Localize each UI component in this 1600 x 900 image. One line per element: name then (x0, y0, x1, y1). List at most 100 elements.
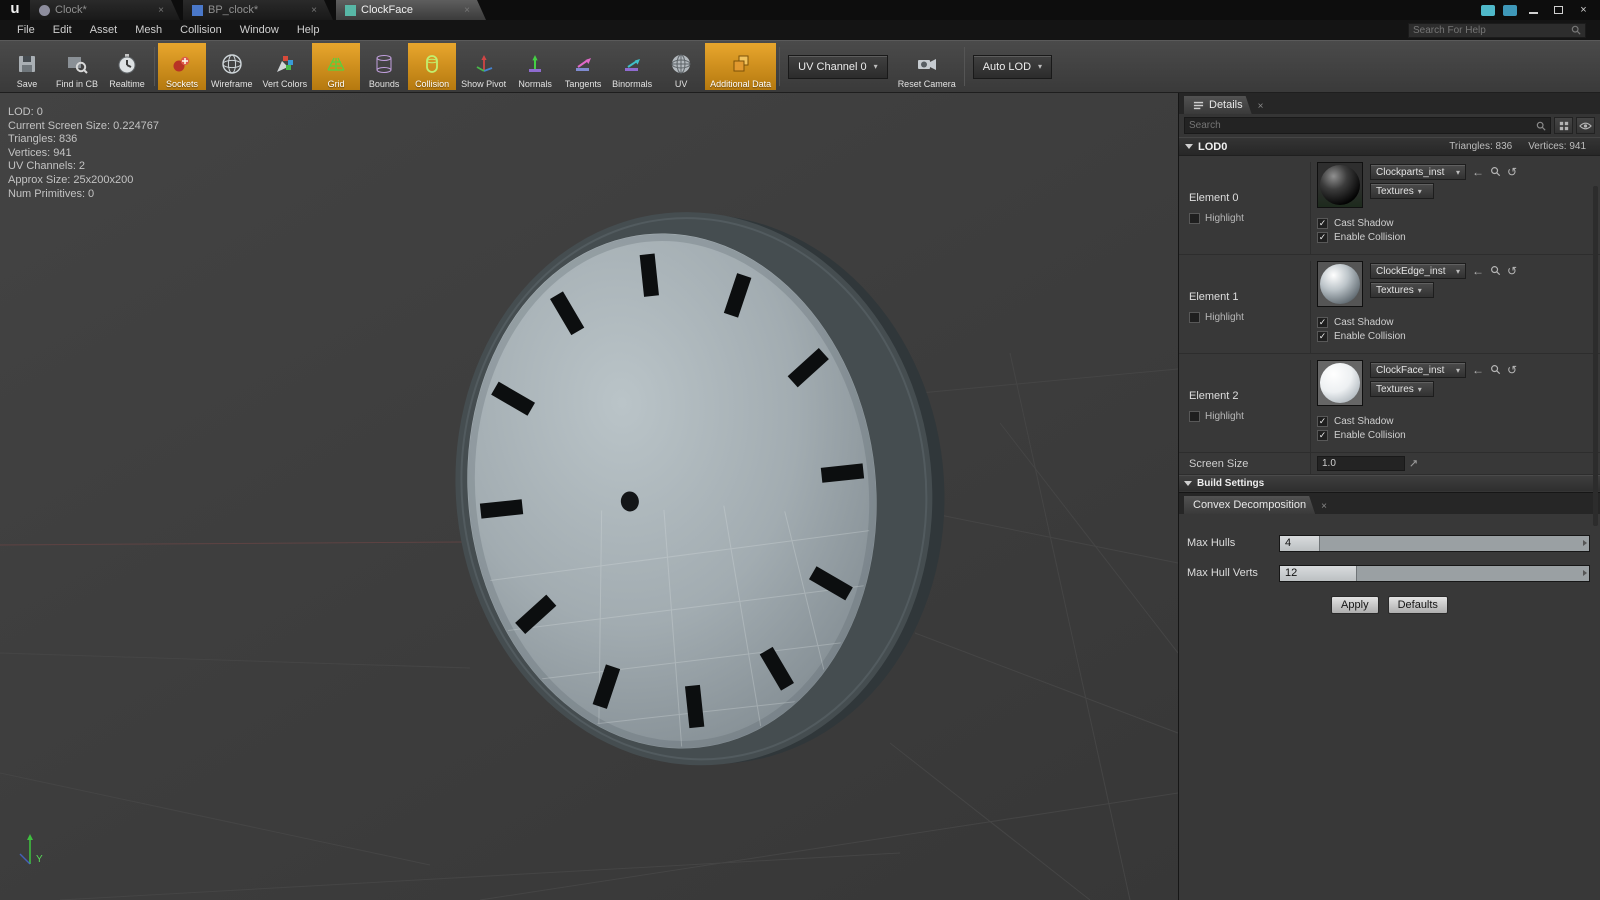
bounds-button[interactable]: Bounds (360, 43, 408, 90)
convex-decomposition-panel: Convex Decomposition × Max Hulls 4 Max H… (1179, 492, 1600, 900)
chevron-down-icon: ▾ (1418, 187, 1422, 196)
feedback-icon[interactable] (1481, 5, 1495, 16)
highlight-checkbox-row[interactable]: Highlight (1189, 213, 1310, 224)
grid-button[interactable]: Grid (312, 43, 360, 90)
find-in-cb-button[interactable]: Find in CB (51, 43, 103, 90)
expand-value-icon[interactable] (1409, 459, 1418, 468)
tangents-button[interactable]: Tangents (559, 43, 607, 90)
menu-window[interactable]: Window (231, 20, 288, 40)
menu-asset[interactable]: Asset (81, 20, 127, 40)
textures-dropdown[interactable]: Textures ▾ (1370, 381, 1434, 397)
checkbox[interactable] (1189, 411, 1200, 422)
checkbox[interactable] (1189, 312, 1200, 323)
max-hulls-value: 4 (1280, 537, 1291, 549)
checkbox-checked[interactable] (1317, 218, 1328, 229)
max-hulls-row: Max Hulls 4 (1179, 528, 1600, 558)
tab-clockface[interactable]: ClockFace × (336, 0, 486, 20)
use-selected-asset-icon[interactable]: ← (1472, 364, 1484, 376)
browse-to-asset-icon[interactable] (1490, 265, 1501, 278)
menu-file[interactable]: File (8, 20, 44, 40)
browse-to-asset-icon[interactable] (1490, 364, 1501, 377)
auto-lod-dropdown[interactable]: Auto LOD ▾ (973, 55, 1052, 79)
minimize-button[interactable] (1525, 4, 1542, 17)
vert-colors-button[interactable]: Vert Colors (258, 43, 313, 90)
close-icon[interactable]: × (311, 5, 317, 16)
tab-clock[interactable]: Clock* × (30, 0, 180, 20)
vert-colors-icon (272, 51, 298, 77)
enable-collision-row[interactable]: Enable Collision (1317, 430, 1594, 441)
close-icon[interactable]: × (1258, 101, 1264, 112)
realtime-button[interactable]: Realtime (103, 43, 151, 90)
sockets-button[interactable]: Sockets (158, 43, 206, 90)
screen-size-input[interactable]: 1.0 (1317, 456, 1405, 471)
tab-details[interactable]: Details (1184, 96, 1252, 114)
slider-arrow-icon[interactable] (1583, 540, 1587, 546)
normals-button[interactable]: Normals (511, 43, 559, 90)
reset-to-default-icon[interactable]: ↺ (1507, 364, 1517, 376)
use-selected-asset-icon[interactable]: ← (1472, 265, 1484, 277)
max-hull-verts-slider[interactable]: 12 (1279, 565, 1590, 582)
cast-shadow-row[interactable]: Cast Shadow (1317, 416, 1594, 427)
reset-to-default-icon[interactable]: ↺ (1507, 166, 1517, 178)
material-dropdown[interactable]: ClockFace_inst ▾ (1370, 362, 1466, 378)
checkbox[interactable] (1189, 213, 1200, 224)
slider-arrow-icon[interactable] (1583, 570, 1587, 576)
display-filter-eye-icon[interactable] (1576, 117, 1595, 134)
use-selected-asset-icon[interactable]: ← (1472, 166, 1484, 178)
binormals-button[interactable]: Binormals (607, 43, 657, 90)
highlight-checkbox-row[interactable]: Highlight (1189, 411, 1310, 422)
close-icon[interactable]: × (158, 5, 164, 16)
tab-convex-decomposition[interactable]: Convex Decomposition (1184, 496, 1315, 514)
material-dropdown[interactable]: Clockparts_inst ▾ (1370, 164, 1466, 180)
help-search-input[interactable] (1413, 25, 1571, 36)
lod0-section-header[interactable]: LOD0 Triangles: 836 Vertices: 941 (1179, 137, 1600, 156)
material-thumbnail[interactable] (1317, 162, 1363, 208)
menu-help[interactable]: Help (288, 20, 329, 40)
menu-mesh[interactable]: Mesh (126, 20, 171, 40)
checkbox-checked[interactable] (1317, 430, 1328, 441)
cast-shadow-row[interactable]: Cast Shadow (1317, 218, 1594, 229)
enable-collision-row[interactable]: Enable Collision (1317, 232, 1594, 243)
details-scrollbar[interactable] (1593, 186, 1598, 526)
checkbox-checked[interactable] (1317, 317, 1328, 328)
close-icon[interactable]: × (464, 5, 470, 16)
tab-bp-clock[interactable]: BP_clock* × (183, 0, 333, 20)
reset-to-default-icon[interactable]: ↺ (1507, 265, 1517, 277)
close-button[interactable]: × (1575, 4, 1592, 17)
material-dropdown[interactable]: ClockEdge_inst ▾ (1370, 263, 1466, 279)
close-icon[interactable]: × (1321, 501, 1327, 512)
cast-shadow-row[interactable]: Cast Shadow (1317, 317, 1594, 328)
uv-channel-dropdown[interactable]: UV Channel 0 ▾ (788, 55, 888, 79)
build-settings-header[interactable]: Build Settings (1179, 475, 1600, 491)
wireframe-button[interactable]: Wireframe (206, 43, 258, 90)
property-matrix-icon[interactable] (1554, 117, 1573, 134)
uv-button[interactable]: UV (657, 43, 705, 90)
max-hulls-slider[interactable]: 4 (1279, 535, 1590, 552)
details-tab-strip: Details × (1179, 93, 1600, 114)
bug-report-icon[interactable] (1503, 5, 1517, 16)
checkbox-checked[interactable] (1317, 331, 1328, 342)
menu-edit[interactable]: Edit (44, 20, 81, 40)
menu-collision[interactable]: Collision (171, 20, 231, 40)
textures-dropdown[interactable]: Textures ▾ (1370, 183, 1434, 199)
collision-button[interactable]: Collision (408, 43, 456, 90)
apply-button[interactable]: Apply (1331, 596, 1379, 614)
additional-data-button[interactable]: Additional Data (705, 43, 776, 90)
max-hull-verts-value: 12 (1280, 567, 1297, 579)
checkbox-checked[interactable] (1317, 232, 1328, 243)
enable-collision-row[interactable]: Enable Collision (1317, 331, 1594, 342)
details-icon (1193, 100, 1204, 111)
maximize-button[interactable] (1550, 4, 1567, 17)
textures-dropdown[interactable]: Textures ▾ (1370, 282, 1434, 298)
browse-to-asset-icon[interactable] (1490, 166, 1501, 179)
3d-viewport[interactable]: LOD: 0 Current Screen Size: 0.224767 Tri… (0, 93, 1178, 900)
material-thumbnail[interactable] (1317, 261, 1363, 307)
save-button[interactable]: Save (3, 43, 51, 90)
details-search-input[interactable] (1189, 120, 1536, 131)
reset-camera-button[interactable]: Reset Camera (893, 43, 961, 90)
checkbox-checked[interactable] (1317, 416, 1328, 427)
defaults-button[interactable]: Defaults (1388, 596, 1448, 614)
material-thumbnail[interactable] (1317, 360, 1363, 406)
highlight-checkbox-row[interactable]: Highlight (1189, 312, 1310, 323)
show-pivot-button[interactable]: Show Pivot (456, 43, 511, 90)
